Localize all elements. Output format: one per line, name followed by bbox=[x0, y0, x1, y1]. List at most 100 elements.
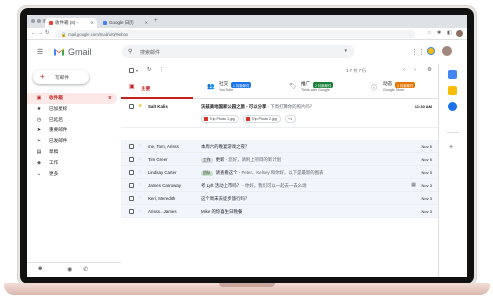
refresh-icon[interactable]: ↻ bbox=[147, 67, 152, 73]
star-icon[interactable]: ☆ bbox=[138, 169, 142, 175]
row-checkbox[interactable] bbox=[129, 170, 134, 175]
row-checkbox[interactable] bbox=[129, 104, 134, 109]
star-icon[interactable]: ☆ bbox=[138, 195, 142, 201]
row-checkbox[interactable] bbox=[129, 196, 134, 201]
sidebar-item-sent[interactable]: ➢ 已发邮件 bbox=[27, 136, 117, 147]
select-all-checkbox[interactable] bbox=[129, 68, 134, 73]
new-tab-icon[interactable]: + bbox=[154, 18, 158, 24]
sidebar-item-more[interactable]: ⌄ 更多 bbox=[27, 169, 117, 180]
email-date: Nov 3 bbox=[421, 196, 432, 201]
google-account-icon[interactable] bbox=[427, 47, 435, 55]
close-icon[interactable]: ✕ bbox=[145, 20, 148, 25]
browser-profile-avatar[interactable] bbox=[456, 30, 463, 37]
phone-icon[interactable]: ✆ bbox=[83, 266, 88, 273]
row-checkbox[interactable] bbox=[129, 144, 134, 149]
back-icon[interactable]: ← bbox=[31, 30, 37, 36]
person-icon[interactable]: ☻ bbox=[37, 266, 43, 272]
email-row[interactable]: ☆ James Carroway 考 Lyft 活动上市吗？ - 你好，我们可以… bbox=[121, 179, 438, 192]
compose-button[interactable]: + 写邮件 bbox=[33, 70, 89, 84]
forward-icon[interactable]: → bbox=[38, 30, 44, 36]
email-row[interactable]: ☆ Keri, Meredith 这个周末去徒步旅行吗？ Nov 3 bbox=[121, 192, 438, 205]
sidebar-item-work[interactable]: ◆ 工作 bbox=[27, 158, 117, 169]
extension-icon[interactable]: ✱ bbox=[437, 30, 441, 36]
add-addon-icon[interactable]: + bbox=[449, 144, 453, 151]
attachment-chip[interactable]: Trip Photo 1.jpg bbox=[201, 115, 239, 123]
label-chip[interactable]: 工作 bbox=[201, 158, 213, 163]
sidebar-item-inbox[interactable]: ▣ 收件箱 8 bbox=[27, 93, 117, 104]
sidebar-item-label: 工作 bbox=[49, 159, 59, 165]
tab-calendar[interactable]: Google 日历 ✕ bbox=[99, 18, 151, 28]
search-bar[interactable]: ⚲ 搜索邮件 ▾ bbox=[122, 45, 354, 58]
gear-icon[interactable]: ⚙ bbox=[427, 67, 432, 73]
tab-name: 推广 bbox=[301, 81, 311, 86]
sidebar-item-drafts[interactable]: ▤ 草稿 bbox=[27, 147, 117, 158]
bookmark-star-icon[interactable]: ☆ bbox=[427, 30, 431, 36]
chat-bubble-icon[interactable]: ◉ bbox=[67, 266, 72, 273]
star-icon[interactable]: ☆ bbox=[138, 182, 142, 188]
apps-grid-icon[interactable]: ⋮⋮ bbox=[411, 48, 425, 56]
more-vert-icon[interactable]: ⋮ bbox=[159, 67, 165, 73]
sidebar-item-snoozed[interactable]: ◷ 已延后 bbox=[27, 115, 117, 126]
sidebar-item-starred[interactable]: ★ 已加星标 bbox=[27, 104, 117, 115]
image-file-icon bbox=[204, 117, 208, 122]
email-sender: me, Tom, Arisss bbox=[148, 144, 179, 149]
email-row[interactable]: ☆ me, Tom, Arisss 本周六的晚宴游戏之夜？ Nov 5 bbox=[121, 140, 438, 153]
calendar-invite-icon[interactable]: ▦ bbox=[411, 182, 416, 188]
email-row[interactable]: ☆ Arisss...James Mike 的惊喜生日晚餐 Nov 3 bbox=[121, 205, 438, 218]
tab-search-icon[interactable]: ◧ bbox=[447, 30, 452, 36]
laptop-notch bbox=[219, 283, 275, 287]
tab-label: Google 日历 bbox=[109, 20, 134, 25]
email-sender: James Carroway bbox=[148, 183, 181, 188]
calendar-icon[interactable] bbox=[448, 70, 457, 79]
row-checkbox[interactable] bbox=[129, 157, 134, 162]
label-icon: ◆ bbox=[37, 159, 41, 166]
tab-name: 主要 bbox=[141, 86, 151, 91]
sidebar-item-important[interactable]: ➤ 重要邮件 bbox=[27, 125, 117, 136]
gmail-logo-icon[interactable] bbox=[53, 47, 65, 56]
pagination-text: 1-7 共 7 行 bbox=[346, 68, 367, 73]
screen: 收件箱 (8) - ✕ Google 日历 ✕ + ← → ↻ 🔒 mail.go… bbox=[27, 15, 467, 277]
tab-updates[interactable]: ⓘ 动态 3 封新邮件 Google Store bbox=[363, 78, 438, 99]
sidebar-item-label: 重要邮件 bbox=[49, 127, 68, 133]
sidebar-item-label: 草稿 bbox=[49, 148, 59, 154]
chevron-right-icon[interactable]: › bbox=[414, 67, 416, 73]
reload-icon[interactable]: ↻ bbox=[45, 30, 50, 36]
chevron-down-icon[interactable]: ▾ bbox=[136, 68, 138, 73]
keep-icon[interactable] bbox=[448, 86, 457, 95]
tab-sender: YouTube bbox=[219, 88, 234, 92]
star-icon[interactable]: ★ bbox=[138, 103, 142, 109]
email-row[interactable]: ☆ Lindsay Carter 团队 请查看这个 - Peter、Kelsey … bbox=[121, 166, 438, 179]
email-row[interactable]: ☆ Tim Greer 工作 更新 - 您好，请附上项目的新计划 Nov 5 bbox=[121, 153, 438, 166]
row-checkbox[interactable] bbox=[129, 183, 134, 188]
chevron-left-icon[interactable]: ‹ bbox=[403, 67, 405, 73]
label-chip[interactable]: 团队 bbox=[201, 171, 213, 176]
email-row[interactable]: ★ Salt Kalis 沃兹美地国家公园之旅 - 可以分享 - 下周打算你的照… bbox=[121, 100, 438, 128]
email-subject-line: 沃兹美地国家公园之旅 - 可以分享 - 下周打算你的照片吗？ bbox=[201, 104, 315, 109]
tab-sender: Think with Google bbox=[301, 88, 330, 92]
email-subject-line: 工作 更新 - 您好，请附上项目的新计划 bbox=[201, 157, 281, 163]
email-date: Nov 5 bbox=[421, 157, 432, 162]
close-icon[interactable]: ✕ bbox=[91, 20, 94, 25]
email-subject: 沃兹美地国家公园之旅 - 可以分享 bbox=[201, 104, 267, 109]
star-icon[interactable]: ☆ bbox=[138, 143, 142, 149]
avatar[interactable] bbox=[442, 46, 452, 56]
star-icon[interactable]: ☆ bbox=[138, 156, 142, 162]
more-attachments-chip[interactable]: +1 bbox=[285, 115, 297, 123]
laptop-base bbox=[4, 283, 490, 295]
search-input[interactable]: 搜索邮件 bbox=[140, 49, 160, 56]
sidebar: + 写邮件 ▣ 收件箱 8 ★ 已加星标 ◷ 已延后 ➤ 重要邮件 ➢ 已发邮件… bbox=[27, 64, 121, 277]
row-checkbox[interactable] bbox=[129, 209, 134, 214]
main-menu-icon[interactable]: ☰ bbox=[37, 48, 43, 56]
tab-social[interactable]: 👥 社交 1 封新邮件 YouTube bbox=[199, 78, 277, 99]
tasks-icon[interactable] bbox=[448, 102, 457, 111]
tab-gmail[interactable]: 收件箱 (8) - ✕ bbox=[45, 18, 97, 28]
sidebar-item-label: 更多 bbox=[49, 170, 59, 176]
tab-primary[interactable]: ▣ 主要 bbox=[121, 78, 193, 99]
tab-promotions[interactable]: 🏷 推广 2 封新邮件 Think with Google bbox=[281, 78, 359, 99]
url-input[interactable]: 🔒 mail.google.com/mail/u/0/#inbox bbox=[55, 30, 415, 38]
search-options-icon[interactable]: ▾ bbox=[344, 48, 347, 54]
mail-list-area: ▾ ↻ ⋮ 1-7 共 7 行 ‹ › ⚙ ▣ 主要 👥 社交 1 封新邮件 Y… bbox=[121, 64, 438, 277]
attachment-chip[interactable]: Trip Photo 2.jpg bbox=[243, 115, 281, 123]
star-icon[interactable]: ☆ bbox=[138, 208, 142, 214]
search-icon[interactable]: ⚲ bbox=[128, 48, 132, 55]
